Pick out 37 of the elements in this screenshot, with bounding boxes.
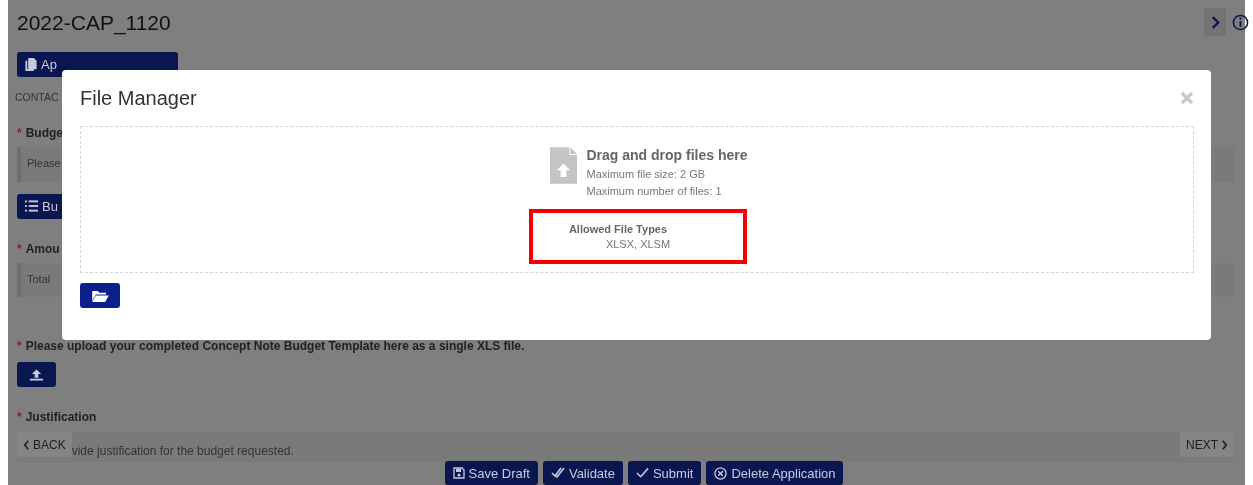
info-icon[interactable] bbox=[1232, 13, 1249, 31]
required-asterisk: * bbox=[17, 410, 22, 425]
save-button[interactable]: Save Draft bbox=[444, 461, 538, 485]
check-icon bbox=[635, 467, 649, 480]
delete-button[interactable]: Delete Application bbox=[706, 461, 844, 485]
drop-zone[interactable]: Drag and drop files here Maximum file size: 2 GB Maximum number of files: 1 Allowed File Types XLSX, XLSM bbox=[80, 126, 1194, 273]
drop-heading: Drag and drop files here bbox=[586, 147, 748, 163]
list-icon bbox=[25, 200, 38, 213]
upload-icon bbox=[30, 368, 43, 381]
chevron-left-icon bbox=[23, 439, 30, 450]
page-title: 2022-CAP_1120 bbox=[17, 11, 171, 35]
chevron-right-icon bbox=[1221, 439, 1228, 450]
field-label: Please upload your completed Concept Note Budget Template here as a single XLS file. bbox=[25, 339, 525, 354]
circle-x-icon bbox=[714, 466, 728, 480]
allowed-types-title: Allowed File Types bbox=[568, 223, 668, 235]
browse-button[interactable] bbox=[80, 283, 120, 308]
upload-button[interactable] bbox=[17, 362, 56, 388]
validate-button[interactable]: Validate bbox=[542, 461, 623, 485]
chevron-right-icon[interactable] bbox=[1204, 8, 1226, 36]
required-asterisk: * bbox=[17, 241, 22, 256]
folder-icon bbox=[91, 289, 109, 302]
back-button[interactable]: BACK bbox=[17, 432, 72, 458]
limit-text: Maximum number of files: 1 bbox=[586, 184, 723, 199]
section-label: CONTAC bbox=[15, 90, 59, 103]
required-asterisk: * bbox=[17, 339, 22, 354]
required-asterisk: * bbox=[17, 125, 22, 140]
next-button[interactable]: NEXT bbox=[1180, 432, 1234, 458]
double-check-icon bbox=[550, 467, 565, 480]
submit-button[interactable]: Submit bbox=[627, 461, 702, 485]
dialog-title: File Manager bbox=[80, 86, 197, 110]
save-icon bbox=[452, 467, 465, 480]
limit-text: Maximum file size: 2 GB bbox=[586, 167, 707, 182]
field-label: Budge bbox=[25, 125, 63, 140]
allowed-types-text: XLSX, XLSM bbox=[605, 238, 671, 250]
field-label: Amou bbox=[25, 241, 60, 256]
document-icon bbox=[25, 57, 37, 71]
field-label: Justification bbox=[25, 410, 97, 425]
